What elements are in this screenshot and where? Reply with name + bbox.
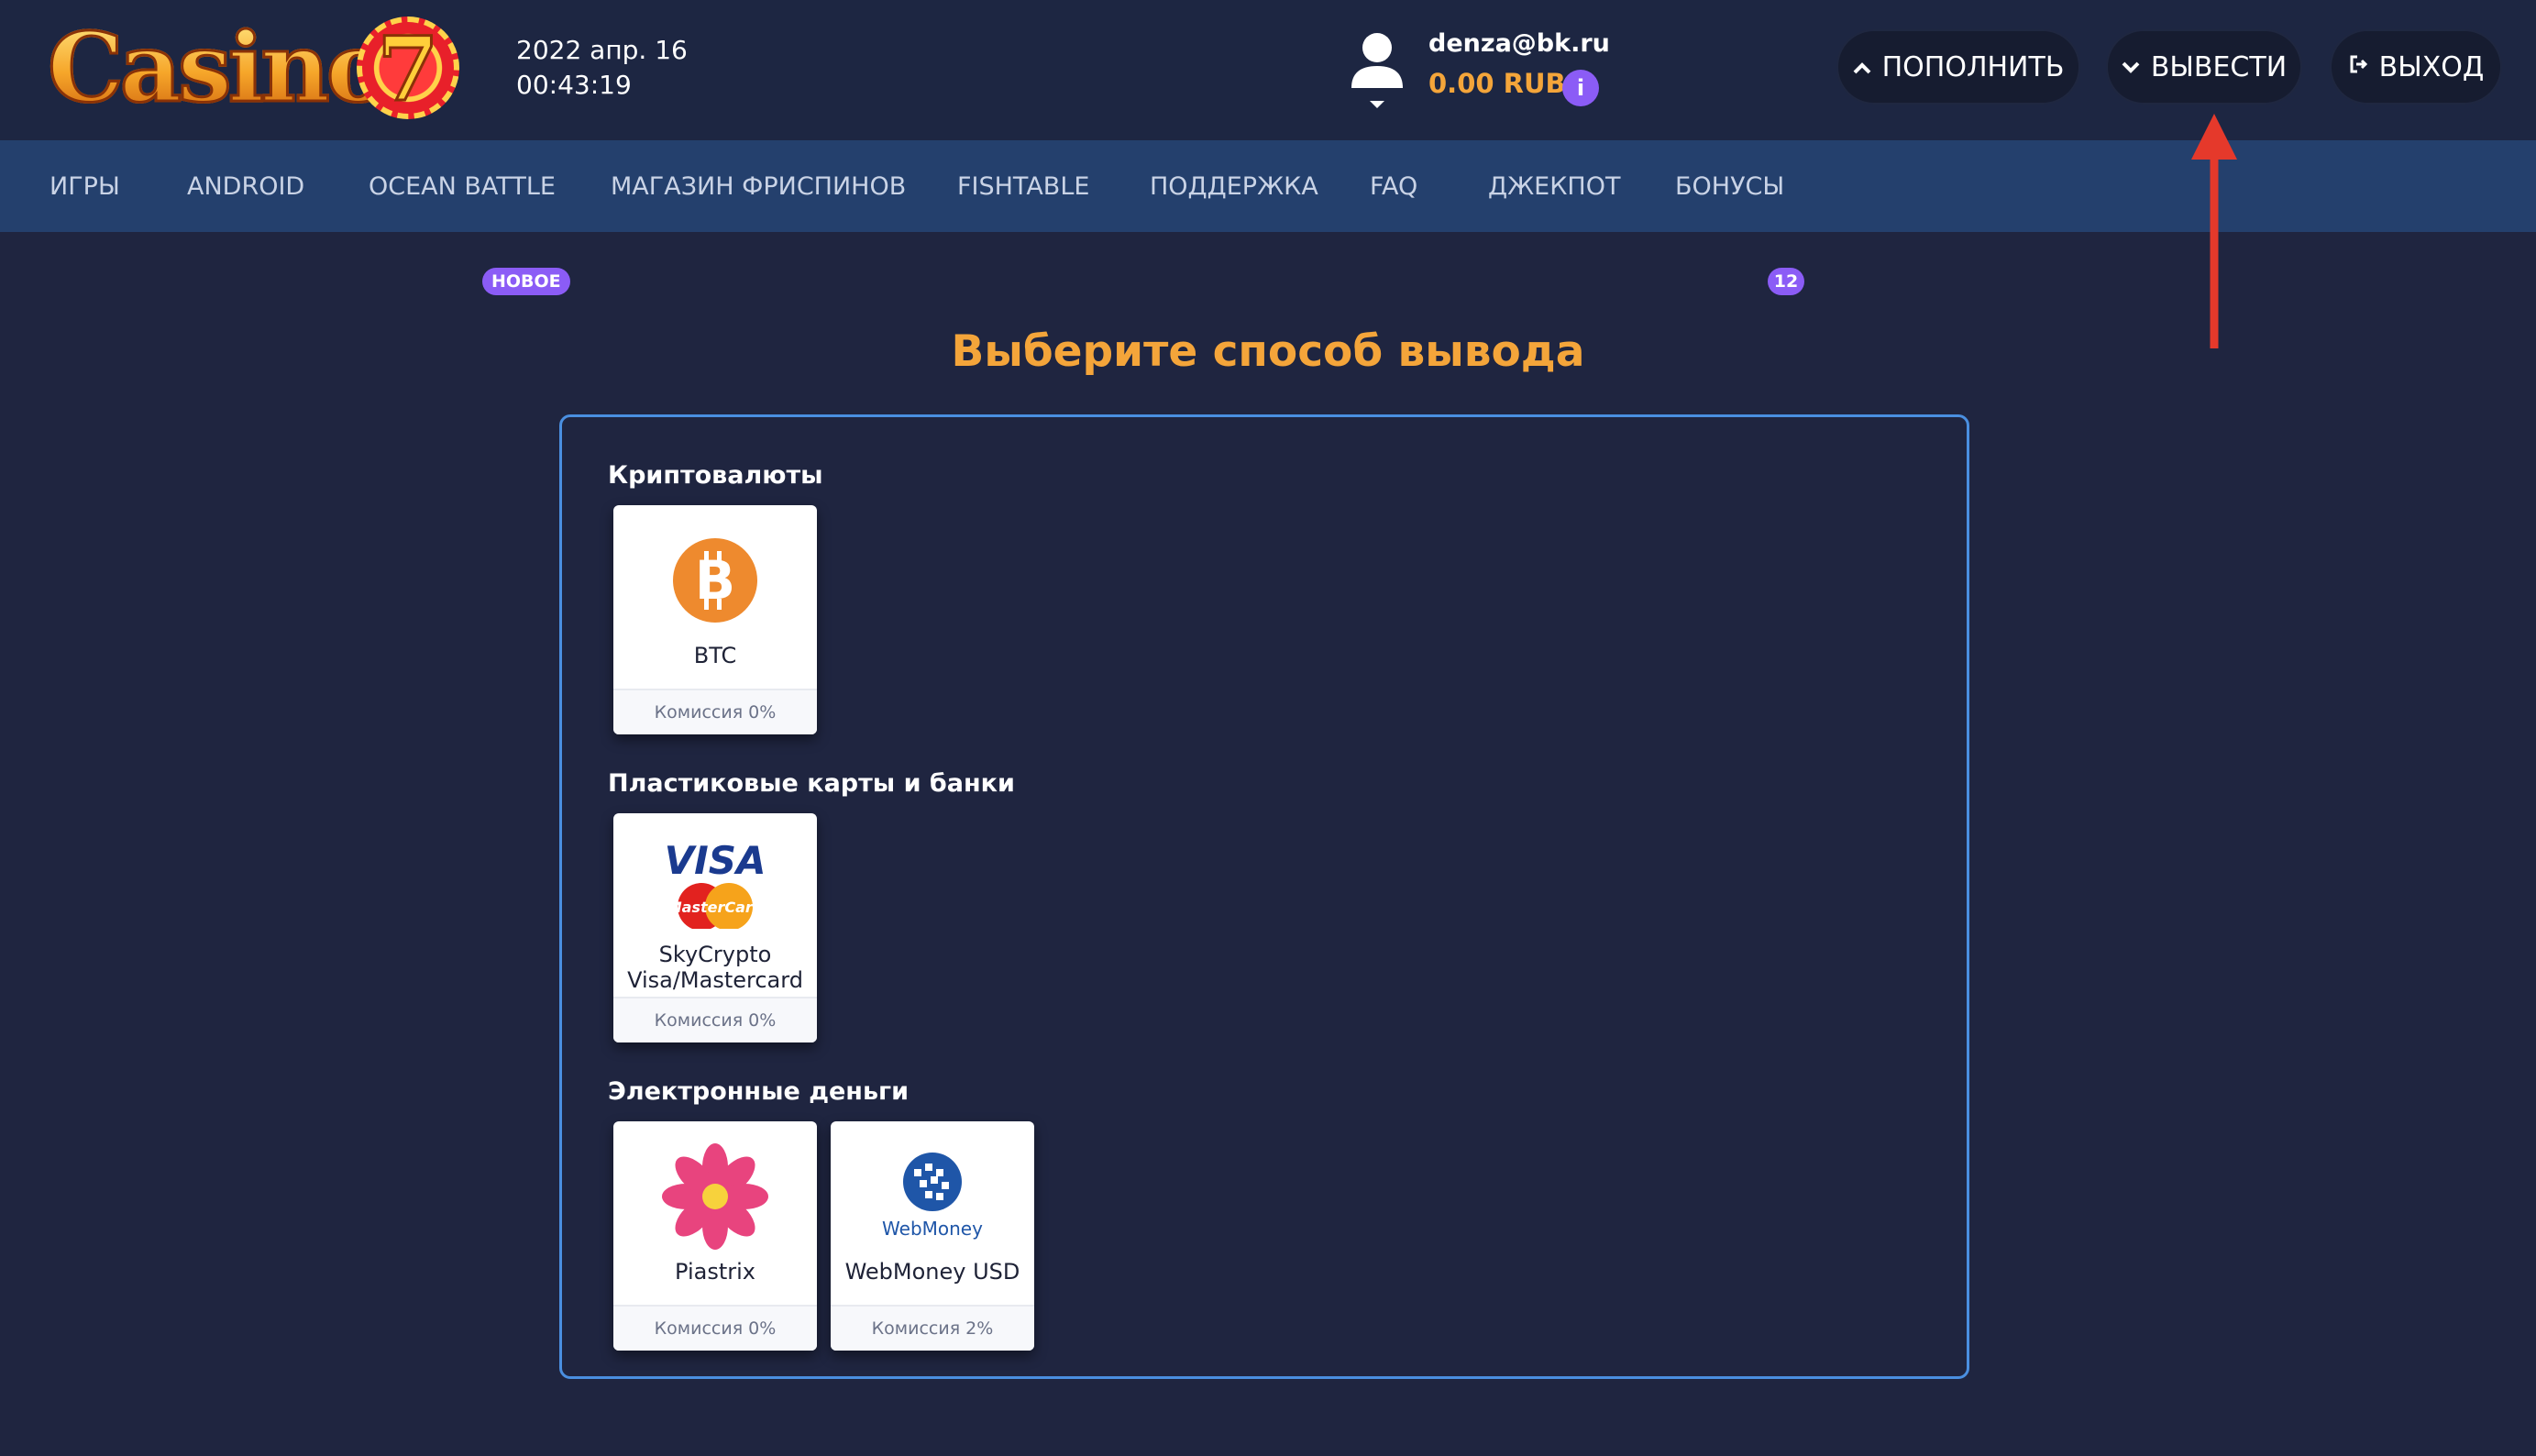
visa-mastercard-icon: VISA MasterCard xyxy=(613,833,817,932)
section-title-crypto: Криптовалюты xyxy=(608,461,823,490)
visa-logo-text: VISA xyxy=(665,838,766,883)
webmoney-icon: WebMoney xyxy=(831,1147,1034,1246)
main-nav: ИГРЫ ANDROID OCEAN BATTLE НОВОЕ МАГАЗИН … xyxy=(0,140,2536,295)
user-email: denza@bk.ru xyxy=(1428,29,1610,58)
casino7-logo[interactable]: Casino 7 xyxy=(46,11,460,124)
current-time: 00:43:19 xyxy=(516,70,632,100)
nav-item-fishtable[interactable]: FISHTABLE xyxy=(957,140,1089,232)
method-card-skycrypto-visa-mastercard[interactable]: VISA MasterCard SkyCrypto Visa/Mastercar… xyxy=(613,813,817,1042)
bonuses-count-badge: 12 xyxy=(1768,268,1804,295)
nav-item-support[interactable]: ПОДДЕРЖКА xyxy=(1150,140,1318,232)
nav-item-jackpot[interactable]: ДЖЕКПОТ xyxy=(1488,140,1620,232)
nav-item-faq[interactable]: FAQ xyxy=(1370,140,1417,232)
withdraw-methods-panel: Криптовалюты B BTC Комиссия 0% Пластиков… xyxy=(559,414,1969,1379)
bitcoin-icon: B xyxy=(613,531,817,630)
nav-item-freespin-shop[interactable]: МАГАЗИН ФРИСПИНОВ xyxy=(611,140,906,232)
method-fee: Комиссия 0% xyxy=(613,997,817,1042)
svg-text:B: B xyxy=(695,549,735,612)
exit-label: ВЫХОД xyxy=(2378,50,2485,83)
user-balance: 0.00 RUB xyxy=(1428,68,1566,99)
new-badge: НОВОЕ xyxy=(482,268,570,295)
method-card-webmoney-usd[interactable]: WebMoney WebMoney USD Комиссия 2% xyxy=(831,1121,1034,1351)
method-name: Piastrix xyxy=(675,1259,755,1285)
page-title: Выберите способ вывода xyxy=(951,326,1585,377)
chevron-down-icon xyxy=(2122,54,2140,80)
method-fee: Комиссия 0% xyxy=(613,1305,817,1351)
chevron-up-icon xyxy=(1853,54,1871,80)
withdraw-label: ВЫВЕСТИ xyxy=(2150,50,2288,83)
nav-item-games[interactable]: ИГРЫ xyxy=(50,140,120,232)
current-date: 2022 апр. 16 xyxy=(516,35,688,65)
logo-text: Casino xyxy=(46,11,391,124)
webmoney-logo-text: WebMoney xyxy=(882,1218,983,1240)
exit-button[interactable]: ВЫХОД xyxy=(2330,29,2502,105)
method-card-btc[interactable]: B BTC Комиссия 0% xyxy=(613,505,817,734)
method-fee: Комиссия 0% xyxy=(613,689,817,734)
user-account[interactable]: denza@bk.ru 0.00 RUB i xyxy=(1346,26,1621,114)
logo-seven-chip: 7 xyxy=(357,17,459,119)
nav-item-bonuses[interactable]: БОНУСЫ xyxy=(1675,140,1784,232)
method-fee: Комиссия 2% xyxy=(831,1305,1034,1351)
datetime: 2022 апр. 16 00:43:19 xyxy=(516,33,688,103)
method-name: WebMoney USD xyxy=(844,1259,1020,1285)
withdraw-button[interactable]: ВЫВЕСТИ xyxy=(2106,29,2302,105)
method-name-line2: Visa/Mastercard xyxy=(627,967,803,993)
user-avatar-icon[interactable] xyxy=(1346,26,1408,114)
annotation-arrow-icon xyxy=(2191,114,2237,348)
logout-icon xyxy=(2348,54,2368,80)
section-title-e-money: Электронные деньги xyxy=(608,1077,910,1106)
mastercard-logo-text: MasterCard xyxy=(667,899,764,916)
method-name-line1: SkyCrypto xyxy=(658,942,772,967)
deposit-label: ПОПОЛНИТЬ xyxy=(1881,50,2065,83)
section-title-cards-banks: Пластиковые карты и банки xyxy=(608,769,1015,798)
balance-info-icon[interactable]: i xyxy=(1562,70,1599,106)
piastrix-flower-icon xyxy=(613,1143,817,1250)
method-card-piastrix[interactable]: Piastrix Комиссия 0% xyxy=(613,1121,817,1351)
method-name: BTC xyxy=(693,643,737,668)
nav-item-label: OCEAN BATTLE xyxy=(369,171,556,201)
deposit-button[interactable]: ПОПОЛНИТЬ xyxy=(1836,29,2080,105)
nav-item-android[interactable]: ANDROID xyxy=(187,140,304,232)
nav-item-ocean-battle[interactable]: OCEAN BATTLE xyxy=(369,140,556,232)
header: Casino 7 2022 апр. 16 00:43:19 denza@bk.… xyxy=(0,0,2536,140)
